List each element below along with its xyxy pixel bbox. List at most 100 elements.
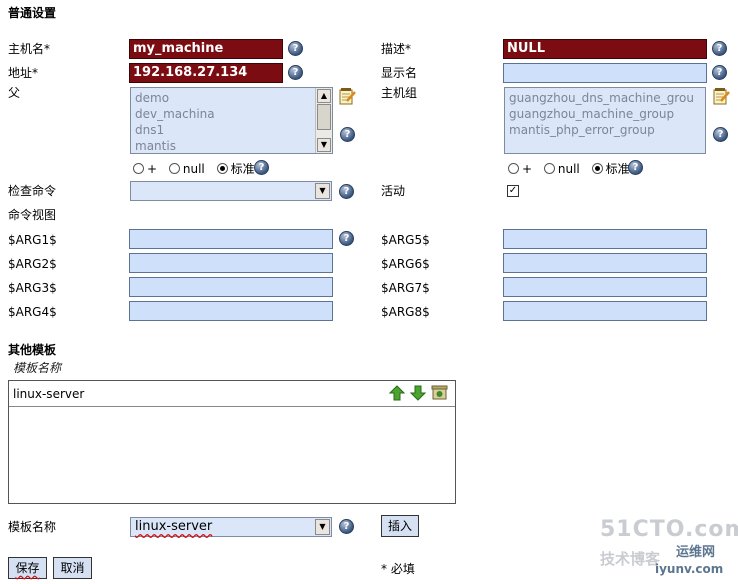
edit-notepad-icon[interactable] xyxy=(338,87,356,105)
arg8-label: $ARG8$ xyxy=(381,305,430,319)
radio-standard[interactable]: 标准 xyxy=(591,162,630,176)
help-icon[interactable]: ? xyxy=(712,41,727,56)
radio-button[interactable] xyxy=(133,163,144,174)
cancel-button[interactable]: 取消 xyxy=(53,557,92,579)
list-item[interactable]: dns1 xyxy=(131,122,332,138)
arg2-input[interactable] xyxy=(129,253,333,273)
radio-standard-label: 标准 xyxy=(605,162,630,176)
help-icon[interactable]: ? xyxy=(340,127,355,142)
radio-button[interactable] xyxy=(168,163,180,174)
radio-plus-label: + xyxy=(522,162,533,176)
help-icon[interactable]: ? xyxy=(339,184,354,199)
arg5-input[interactable] xyxy=(503,229,707,249)
watermark-51cto: 51CTO.com xyxy=(600,517,738,542)
watermark-blog: 技术博客 xyxy=(600,550,661,568)
parent-label: 父 xyxy=(8,86,21,100)
arg6-label: $ARG6$ xyxy=(381,257,430,271)
arg3-input[interactable] xyxy=(129,277,333,297)
help-icon[interactable]: ? xyxy=(254,160,269,175)
host-name-input[interactable]: my_machine xyxy=(129,39,283,59)
arg2-label: $ARG2$ xyxy=(8,257,57,271)
help-icon[interactable]: ? xyxy=(339,519,354,534)
help-icon[interactable]: ? xyxy=(712,65,727,80)
watermark-yunwei: 运维网 xyxy=(676,545,716,560)
radio-plus-label: + xyxy=(147,162,158,176)
section-title-general: 普通设置 xyxy=(8,6,57,20)
parent-scrollbar[interactable]: ▲ ▼ xyxy=(315,88,332,153)
arg6-input[interactable] xyxy=(503,253,707,273)
template-column-header: 模板名称 xyxy=(13,361,62,375)
radio-null-label: null xyxy=(182,162,205,176)
host-group-mode-radiogroup: + null 标准 xyxy=(508,160,638,177)
address-label: 地址* xyxy=(8,66,39,80)
template-list: linux-server xyxy=(8,380,456,504)
radio-null[interactable]: null xyxy=(543,162,580,176)
save-button-label: 保存 xyxy=(15,561,40,575)
radio-button-selected[interactable] xyxy=(216,163,228,174)
arg4-label: $ARG4$ xyxy=(8,305,57,319)
list-item[interactable]: mantis xyxy=(131,138,332,153)
delete-icon[interactable] xyxy=(431,384,448,401)
display-name-label: 显示名 xyxy=(381,66,418,80)
list-item[interactable]: dev_machina xyxy=(131,106,332,122)
template-row-name: linux-server xyxy=(13,387,85,401)
help-icon[interactable]: ? xyxy=(339,231,354,246)
scroll-up-arrow-icon[interactable]: ▲ xyxy=(317,89,331,103)
address-input[interactable]: 192.168.27.134 xyxy=(129,63,283,83)
radio-plus[interactable]: + xyxy=(133,162,157,176)
template-name-label: 模板名称 xyxy=(8,520,57,534)
description-input[interactable]: NULL xyxy=(503,39,707,59)
check-command-label: 检查命令 xyxy=(8,184,57,198)
required-note: * 必填 xyxy=(381,562,415,576)
chevron-down-icon[interactable]: ▼ xyxy=(315,519,330,535)
save-button[interactable]: 保存 xyxy=(8,557,47,579)
radio-null[interactable]: null xyxy=(168,162,205,176)
chevron-down-icon[interactable]: ▼ xyxy=(315,183,330,199)
radio-standard[interactable]: 标准 xyxy=(216,162,255,176)
parent-mode-radiogroup: + null 标准 xyxy=(133,160,263,177)
template-name-select[interactable]: linux-server ▼ xyxy=(130,517,332,537)
arg8-input[interactable] xyxy=(503,301,707,321)
radio-button-selected[interactable] xyxy=(591,163,603,174)
help-icon[interactable]: ? xyxy=(713,127,728,142)
host-name-label: 主机名* xyxy=(8,42,51,56)
radio-standard-label: 标准 xyxy=(230,162,255,176)
check-command-select[interactable]: ▼ xyxy=(130,181,332,201)
arg7-label: $ARG7$ xyxy=(381,281,430,295)
command-view-label: 命令视图 xyxy=(8,208,57,222)
table-row[interactable]: linux-server xyxy=(9,381,455,407)
list-item[interactable]: mantis_php_error_group xyxy=(505,122,705,138)
arg4-input[interactable] xyxy=(129,301,333,321)
arrow-up-icon[interactable] xyxy=(389,385,405,401)
template-select-value: linux-server xyxy=(135,519,213,534)
parent-listbox[interactable]: demo dev_machina dns1 mantis ▲ ▼ xyxy=(130,87,333,154)
radio-plus[interactable]: + xyxy=(508,162,532,176)
arg3-label: $ARG3$ xyxy=(8,281,57,295)
arg1-input[interactable] xyxy=(129,229,333,249)
active-label: 活动 xyxy=(381,184,406,198)
list-item[interactable]: guangzhou_machine_group xyxy=(505,106,705,122)
list-item[interactable]: demo xyxy=(131,90,332,106)
help-icon[interactable]: ? xyxy=(288,41,303,56)
watermark-iyunv: iyunv.com xyxy=(655,562,724,576)
host-group-listbox[interactable]: guangzhou_dns_machine_grou guangzhou_mac… xyxy=(504,87,706,154)
edit-notepad-icon[interactable] xyxy=(712,87,730,105)
help-icon[interactable]: ? xyxy=(628,160,643,175)
scroll-down-arrow-icon[interactable]: ▼ xyxy=(317,138,331,152)
arrow-down-icon[interactable] xyxy=(410,385,426,401)
arg5-label: $ARG5$ xyxy=(381,233,430,247)
scroll-thumb[interactable] xyxy=(317,104,331,130)
arg7-input[interactable] xyxy=(503,277,707,297)
display-name-input[interactable] xyxy=(503,63,707,83)
description-label: 描述* xyxy=(381,42,412,56)
radio-null-label: null xyxy=(557,162,580,176)
radio-button[interactable] xyxy=(508,163,519,174)
host-group-label: 主机组 xyxy=(381,86,418,100)
list-item[interactable]: guangzhou_dns_machine_grou xyxy=(505,90,705,106)
radio-button[interactable] xyxy=(543,163,555,174)
arg1-label: $ARG1$ xyxy=(8,233,57,247)
help-icon[interactable]: ? xyxy=(288,65,303,80)
active-checkbox[interactable]: ✓ xyxy=(507,185,519,197)
insert-button[interactable]: 插入 xyxy=(381,515,419,537)
section-title-templates: 其他模板 xyxy=(8,343,57,357)
